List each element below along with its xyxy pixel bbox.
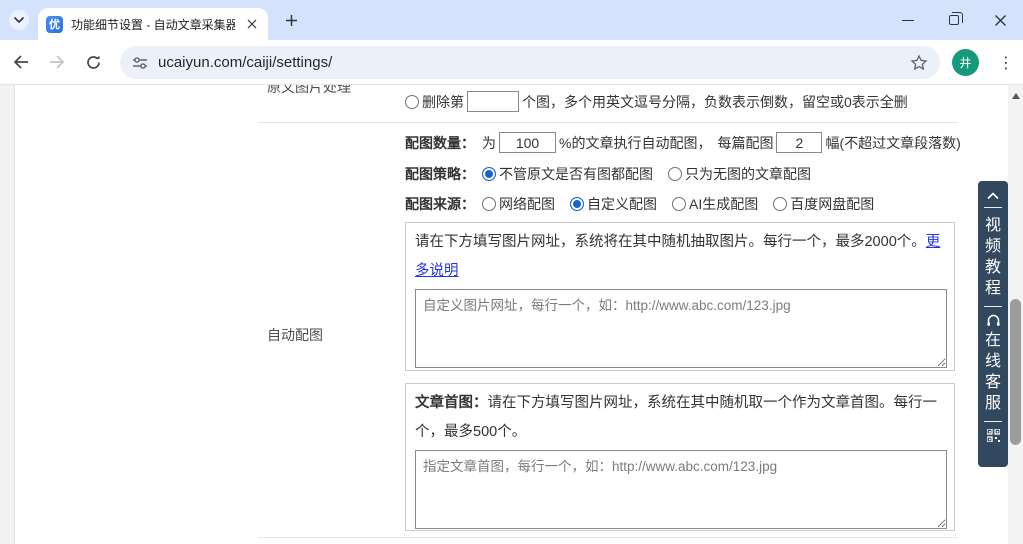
first-image-box: 文章首图：请在下方填写图片网址，系统在其中随机取一个作为文章首图。每行一个，最多…: [405, 383, 955, 531]
row-label-auto-image: 自动配图: [267, 325, 323, 345]
qr-code-icon: [987, 429, 1000, 442]
custom-image-instruction-text: 请在下方填写图片网址，系统将在其中随机抽取图片。每行一个，最多2000个。: [415, 234, 926, 250]
panel-divider: [984, 207, 1002, 208]
back-button[interactable]: [6, 47, 36, 77]
image-strategy-row: 配图策略： 不管原文是否有图都配图 只为无图的文章配图: [405, 164, 826, 184]
restore-icon: [949, 15, 959, 25]
strategy-radio-no-image-only[interactable]: [668, 167, 682, 181]
site-settings-icon: [132, 56, 148, 70]
first-image-urls-textarea[interactable]: [415, 450, 947, 529]
site-favicon-icon: 优: [46, 16, 63, 33]
profile-avatar[interactable]: 井: [952, 49, 979, 76]
video-tutorial-button[interactable]: 视频教程: [984, 215, 1002, 299]
first-image-label: 文章首图：: [415, 395, 488, 411]
image-source-row: 配图来源： 网络配图 自定义配图 AI生成配图 百度网盘配图: [405, 194, 889, 214]
browser-chrome: 优 功能细节设置 - 自动文章采集器: [0, 0, 1023, 85]
per-article-input[interactable]: [776, 132, 822, 153]
delete-image-suffix: 个图，多个用英文逗号分隔，负数表示倒数，留空或0表示全删: [522, 92, 908, 112]
custom-image-urls-textarea[interactable]: [415, 289, 947, 368]
chevron-down-icon: [13, 16, 25, 24]
tab-close-button[interactable]: [244, 16, 260, 32]
delete-image-prefix: 删除第: [422, 92, 464, 112]
browser-titlebar: 优 功能细节设置 - 自动文章采集器: [0, 0, 1023, 40]
new-tab-button[interactable]: [282, 11, 301, 30]
count-text-4: 幅(不超过文章段落数): [825, 133, 960, 153]
source-radio-baidu-pan[interactable]: [773, 197, 787, 211]
delete-image-index-input[interactable]: [467, 91, 519, 112]
url-text: ucaiyun.com/caiji/settings/: [158, 54, 332, 71]
reload-icon: [85, 54, 102, 71]
settings-page: 原文图片处理 删除第 个图，多个用英文逗号分隔，负数表示倒数，留空或0表示全删 …: [0, 85, 1023, 544]
source-radio-custom[interactable]: [570, 197, 584, 211]
page-scrollbar[interactable]: [1008, 85, 1023, 544]
strategy-label: 配图策略：: [405, 164, 475, 184]
chevron-up-icon: [986, 191, 1000, 200]
percent-input[interactable]: [499, 132, 556, 153]
back-to-top-button[interactable]: [986, 191, 1000, 200]
strategy-option-label: 只为无图的文章配图: [685, 164, 811, 184]
minimize-icon: [902, 20, 914, 21]
count-text-1: 为: [482, 133, 496, 153]
browser-toolbar: ucaiyun.com/caiji/settings/ 井 ⋮: [0, 40, 1023, 85]
source-option-label: 网络配图: [499, 194, 555, 214]
forward-arrow-icon: [48, 54, 66, 70]
first-image-instruction: 文章首图：请在下方填写图片网址，系统在其中随机取一个作为文章首图。每行一个，最多…: [415, 389, 945, 447]
qr-code-button[interactable]: [987, 429, 1000, 442]
delete-image-radio[interactable]: [405, 95, 419, 109]
scroll-up-arrow[interactable]: [1012, 93, 1020, 99]
forward-button[interactable]: [42, 47, 72, 77]
source-label: 配图来源：: [405, 194, 475, 214]
plus-icon: [285, 14, 298, 27]
minimize-button[interactable]: [885, 0, 931, 40]
tab-search-button[interactable]: [9, 10, 29, 30]
custom-image-box: 请在下方填写图片网址，系统将在其中随机抽取图片。每行一个，最多2000个。更多说…: [405, 222, 955, 371]
back-arrow-icon: [12, 54, 30, 70]
panel-divider: [984, 306, 1002, 307]
delete-image-row: 删除第 个图，多个用英文逗号分隔，负数表示倒数，留空或0表示全删: [405, 91, 908, 112]
row-divider: [258, 122, 958, 123]
count-text-2: %的文章执行自动配图，: [559, 133, 711, 153]
source-radio-ai[interactable]: [672, 197, 686, 211]
source-option-label: 百度网盘配图: [790, 194, 874, 214]
source-option-label: 自定义配图: [587, 194, 657, 214]
close-icon: [247, 19, 257, 29]
bookmark-star-button[interactable]: [910, 54, 928, 72]
table-bottom-border: [258, 537, 958, 538]
tab-title: 功能细节设置 - 自动文章采集器: [71, 16, 235, 33]
close-window-button[interactable]: [977, 0, 1023, 40]
image-count-label: 配图数量：: [405, 133, 475, 153]
count-text-3: 每篇配图: [717, 133, 773, 153]
browser-tab[interactable]: 优 功能细节设置 - 自动文章采集器: [38, 8, 268, 40]
window-controls: [885, 0, 1023, 40]
image-count-row: 配图数量： 为 %的文章执行自动配图， 每篇配图 幅(不超过文章段落数): [405, 132, 961, 153]
star-icon: [910, 54, 928, 72]
panel-divider: [984, 421, 1002, 422]
close-icon: [994, 14, 1007, 27]
scrollbar-thumb[interactable]: [1010, 299, 1021, 445]
source-option-label: AI生成配图: [689, 194, 758, 214]
strategy-radio-all[interactable]: [482, 167, 496, 181]
first-image-instruction-text: 请在下方填写图片网址，系统在其中随机取一个作为文章首图。每行一个，最多500个。: [415, 395, 937, 440]
online-service-button[interactable]: 在线客服: [984, 330, 1002, 414]
address-bar[interactable]: ucaiyun.com/caiji/settings/: [120, 46, 940, 79]
custom-image-instruction: 请在下方填写图片网址，系统将在其中随机抽取图片。每行一个，最多2000个。更多说…: [415, 228, 945, 286]
left-gutter: [0, 85, 15, 544]
source-radio-web[interactable]: [482, 197, 496, 211]
floating-side-panel: 视频教程 在线客服: [978, 181, 1008, 467]
strategy-option-label: 不管原文是否有图都配图: [499, 164, 653, 184]
headset-icon: [986, 314, 1001, 328]
reload-button[interactable]: [78, 47, 108, 77]
restore-button[interactable]: [931, 0, 977, 40]
browser-menu-button[interactable]: ⋮: [994, 49, 1018, 76]
